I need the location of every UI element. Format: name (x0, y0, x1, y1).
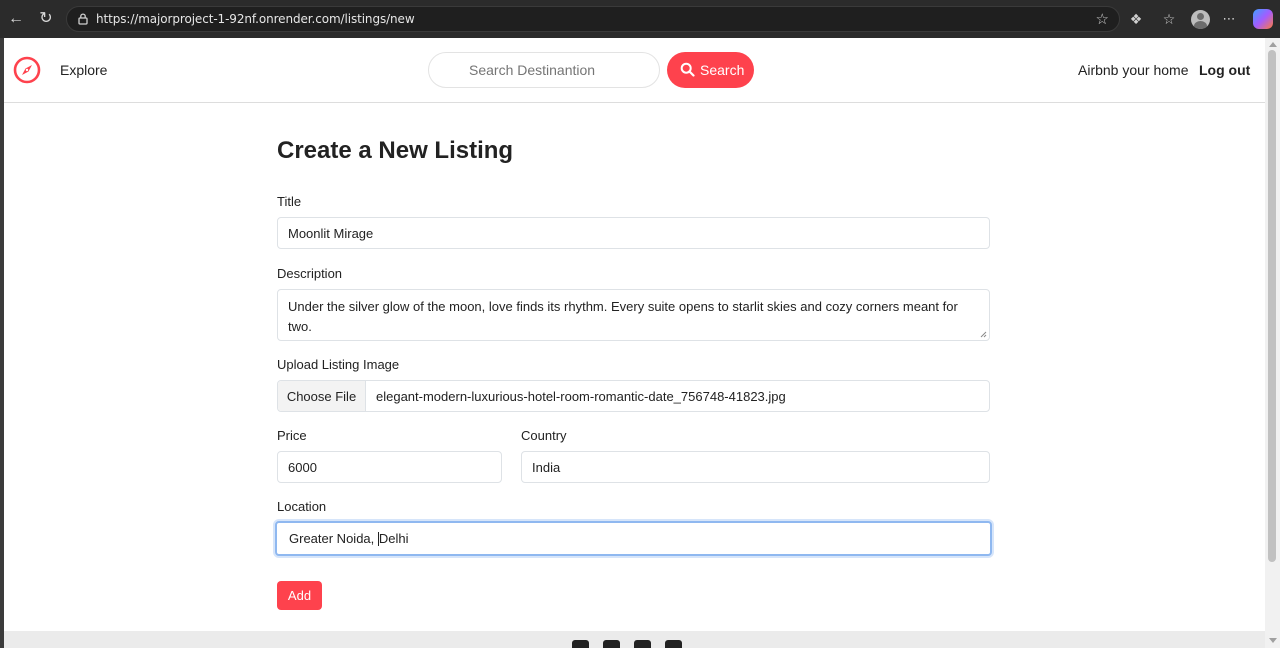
search-button-label: Search (700, 62, 745, 78)
lock-icon[interactable] (76, 12, 90, 26)
footer (4, 631, 1265, 648)
browser-toolbar: ← ↻ https://majorproject-1-92nf.onrender… (0, 0, 1280, 38)
title-input-value: Moonlit Mirage (288, 225, 374, 241)
scroll-down-arrow-icon[interactable] (1269, 638, 1277, 643)
linkedin-icon[interactable] (665, 640, 682, 648)
site-navbar: Explore Search Airbnb your home Log out (4, 38, 1265, 103)
profile-avatar[interactable] (1191, 10, 1210, 29)
compass-logo-icon[interactable] (12, 55, 42, 85)
image-file-input[interactable]: Choose File elegant-modern-luxurious-hot… (277, 380, 990, 412)
search-input[interactable] (428, 52, 660, 88)
refresh-icon[interactable]: ↻ (36, 9, 56, 29)
favorites-icon[interactable]: ☆ (1160, 10, 1178, 28)
location-input-value-end: Delhi (378, 531, 409, 546)
selected-file-name: elegant-modern-luxurious-hotel-room-roma… (376, 389, 786, 404)
facebook-icon[interactable] (572, 640, 589, 648)
description-textarea-value: Under the silver glow of the moon, love … (288, 299, 958, 334)
description-textarea[interactable]: Under the silver glow of the moon, love … (277, 289, 990, 341)
scroll-up-arrow-icon[interactable] (1269, 42, 1277, 47)
country-label: Country (521, 428, 567, 443)
choose-file-button[interactable]: Choose File (278, 381, 366, 411)
location-input-value-start: Greater Noida, (289, 531, 378, 546)
price-label: Price (277, 428, 307, 443)
back-arrow-icon[interactable]: ← (6, 9, 26, 29)
country-input-value: India (532, 459, 561, 475)
price-input[interactable]: 6000 (277, 451, 502, 483)
description-label: Description (277, 266, 343, 281)
search-icon (680, 62, 695, 77)
page-content: Explore Search Airbnb your home Log out … (4, 38, 1265, 648)
image-upload-label: Upload Listing Image (277, 357, 400, 372)
instagram-icon[interactable] (603, 640, 620, 648)
more-icon[interactable]: ⋯ (1220, 10, 1238, 28)
resize-handle-icon[interactable] (980, 331, 987, 338)
location-label: Location (277, 499, 327, 514)
location-input[interactable]: Greater Noida, Delhi (275, 521, 992, 556)
airbnb-your-home-link[interactable]: Airbnb your home (1078, 62, 1189, 78)
title-label: Title (277, 194, 302, 209)
add-button[interactable]: Add (277, 581, 322, 610)
address-bar[interactable]: https://majorproject-1-92nf.onrender.com… (66, 6, 1120, 32)
copilot-icon[interactable] (1253, 9, 1273, 29)
price-input-value: 6000 (288, 459, 317, 475)
country-input[interactable]: India (521, 451, 990, 483)
extensions-icon[interactable]: ❖ (1127, 10, 1145, 28)
address-url[interactable]: https://majorproject-1-92nf.onrender.com… (96, 12, 415, 26)
scrollbar-thumb[interactable] (1268, 50, 1276, 562)
explore-link[interactable]: Explore (60, 62, 107, 78)
search-button[interactable]: Search (667, 52, 754, 88)
page-title: Create a New Listing (277, 137, 514, 164)
favorite-star-icon[interactable]: ☆ (1096, 10, 1109, 28)
logout-link[interactable]: Log out (1199, 62, 1250, 78)
page-scrollbar[interactable] (1265, 38, 1280, 648)
title-input[interactable]: Moonlit Mirage (277, 217, 990, 249)
twitter-icon[interactable] (634, 640, 651, 648)
